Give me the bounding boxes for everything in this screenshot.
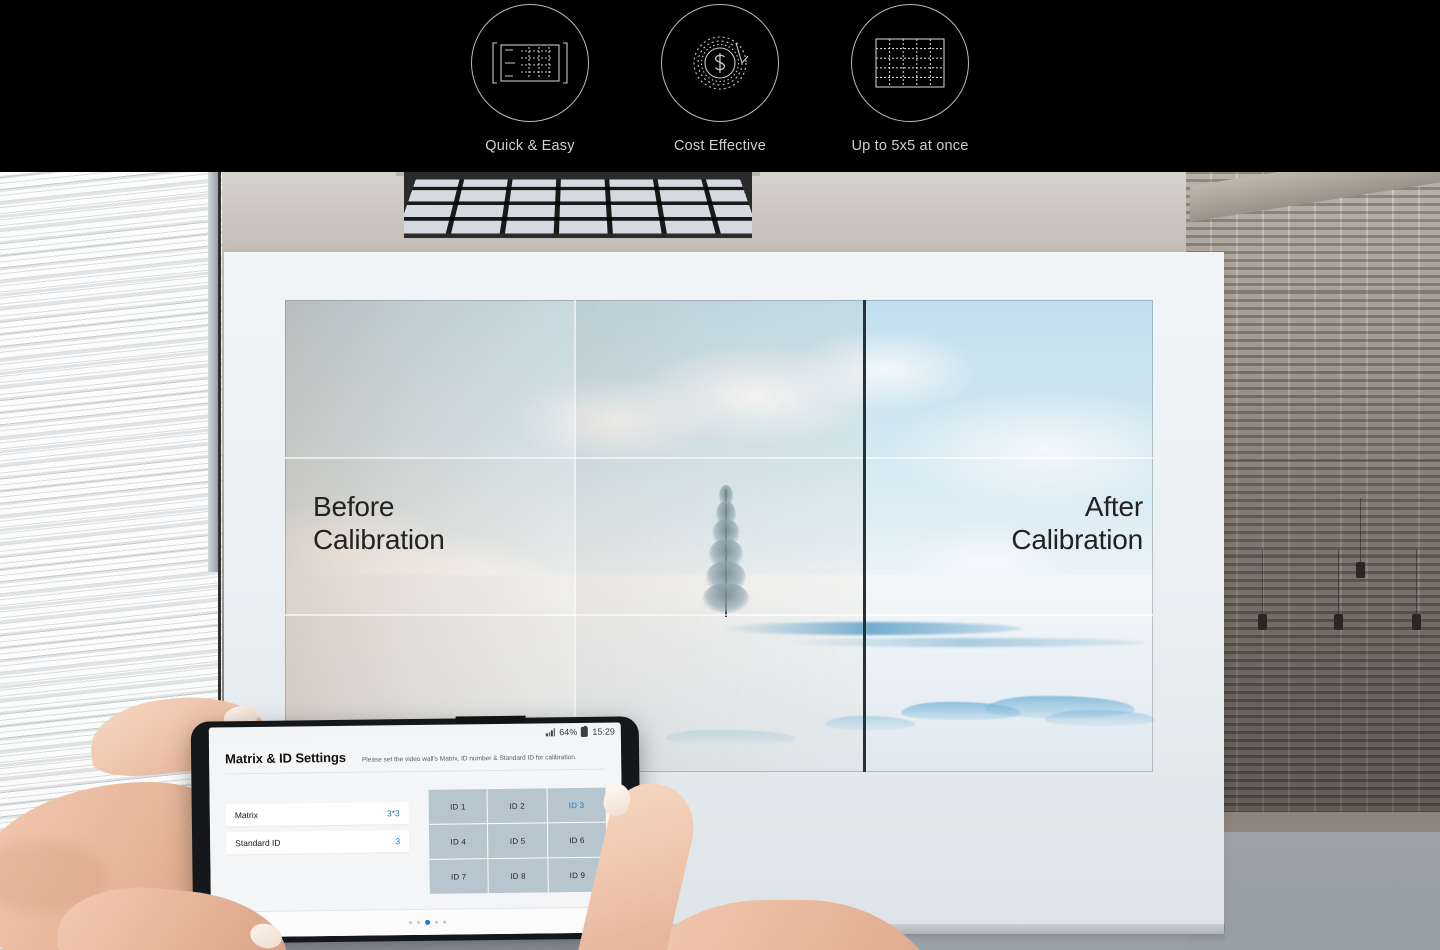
feature-list: Quick & Easy Cost Effective Up to 5x5 at… (440, 0, 1000, 172)
standard-id-field[interactable]: Standard ID 3 (226, 830, 410, 855)
id-cell[interactable]: ID 1 (428, 789, 488, 824)
previous-button[interactable]: PREVIOUS (225, 920, 269, 930)
id-cell[interactable]: ID 5 (488, 823, 547, 859)
matrix-field-label: Matrix (234, 809, 259, 821)
feature-label: Cost Effective (674, 138, 766, 154)
id-cell-selected[interactable]: ID 3 (547, 787, 606, 823)
id-cell[interactable]: ID 2 (487, 788, 547, 824)
calibration-app: Matrix & ID Settings Please set the vide… (208, 738, 624, 938)
page-dot[interactable] (409, 921, 413, 925)
app-body: Matrix 3*3 Standard ID 3 ID 1 ID 2 ID 3 … (209, 769, 622, 896)
app-footer: PREVIOUS NEXT (210, 906, 624, 938)
matrix-field[interactable]: Matrix 3*3 (225, 802, 409, 827)
pendant-lamp (1334, 550, 1343, 630)
page-dot[interactable] (417, 920, 421, 924)
video-wall-grid-icon (851, 4, 969, 122)
screenshot-root: Quick & Easy Cost Effective Up to 5x5 at… (0, 0, 1440, 950)
video-wall-panel (574, 300, 864, 458)
wall-line (1200, 460, 1440, 461)
smartphone: 64% 15:29 Matrix & ID Settings Please se… (190, 715, 642, 944)
id-cell[interactable]: ID 6 (547, 822, 607, 858)
id-cell[interactable]: ID 9 (547, 857, 607, 893)
settings-fields: Matrix 3*3 Standard ID 3 (225, 790, 410, 896)
video-wall-panel (574, 457, 864, 615)
page-title: Matrix & ID Settings (225, 749, 346, 767)
feature-label: Up to 5x5 at once (851, 138, 969, 154)
ceiling-light-grid (404, 172, 752, 238)
next-button[interactable]: NEXT (587, 916, 610, 925)
phone-status-bar: 64% 15:29 (546, 726, 615, 739)
pendant-lamp (1356, 498, 1365, 578)
wall-line (1200, 554, 1440, 555)
standard-id-field-label: Standard ID (235, 837, 281, 849)
page-dot-active[interactable] (425, 920, 430, 925)
video-wall-panel (285, 300, 575, 458)
video-wall-panel (863, 300, 1153, 458)
feature-banner: Quick & Easy Cost Effective Up to 5x5 at… (0, 0, 1440, 172)
id-cell[interactable]: ID 8 (488, 858, 548, 894)
showroom-photo: Before Calibration After Calibration 64%… (0, 172, 1440, 950)
id-cell[interactable]: ID 4 (428, 824, 488, 859)
phone-camera (626, 790, 632, 813)
standard-id-field-value: 3 (395, 836, 401, 847)
page-indicator (409, 920, 446, 925)
matrix-field-value: 3*3 (386, 808, 400, 819)
page-dot[interactable] (442, 920, 446, 924)
feature-item-quick-easy: Quick & Easy (440, 0, 620, 154)
battery-icon (581, 726, 589, 737)
dollar-coin-refresh-icon (661, 4, 779, 122)
wall-line (1200, 290, 1440, 291)
app-header: Matrix & ID Settings Please set the vide… (209, 738, 621, 766)
page-subtitle: Please set the video wall's Matrix, ID n… (361, 754, 577, 764)
before-calibration-label: Before Calibration (313, 491, 445, 556)
video-wall-panel (863, 614, 1153, 772)
phone-screen: 64% 15:29 Matrix & ID Settings Please se… (208, 722, 624, 938)
pendant-lamp (1258, 550, 1267, 630)
clock-text: 15:29 (592, 726, 615, 737)
after-calibration-label: After Calibration (1011, 491, 1143, 556)
phone-earpiece (455, 715, 526, 724)
id-grid[interactable]: ID 1 ID 2 ID 3 ID 4 ID 5 ID 6 ID 7 ID 8 … (428, 787, 607, 894)
video-wall-center-divider (863, 300, 866, 772)
feature-label: Quick & Easy (485, 138, 575, 154)
feature-item-cost-effective: Cost Effective (630, 0, 810, 154)
feature-item-up-to-5x5: Up to 5x5 at once (820, 0, 1000, 154)
display-calibration-icon (471, 4, 589, 122)
left-brick-wall (0, 172, 222, 950)
id-cell[interactable]: ID 7 (429, 859, 489, 894)
pendant-lamp (1412, 550, 1421, 630)
signal-bars-icon (546, 728, 556, 737)
battery-percent-text: 64% (559, 727, 578, 738)
page-dot[interactable] (434, 920, 438, 924)
